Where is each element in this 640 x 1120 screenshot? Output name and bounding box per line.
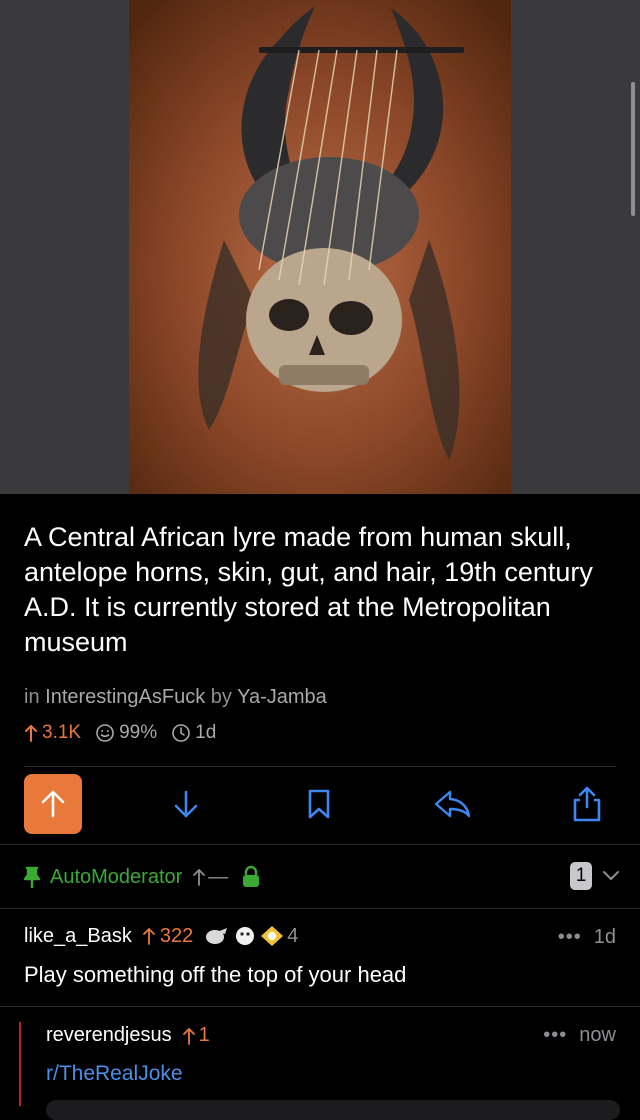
age-stat: 1d	[171, 722, 216, 744]
arrow-up-icon	[25, 724, 37, 742]
award-helpful-icon	[261, 926, 284, 946]
reply-icon	[434, 790, 471, 818]
comment-body: Play something off the top of your head	[24, 962, 407, 987]
downvote-button[interactable]	[157, 774, 215, 834]
reply-score-value: 1	[198, 1024, 210, 1046]
score-value: 3.1K	[42, 722, 82, 743]
post-meta: in InterestingAsFuck by Ya-Jamba	[24, 686, 327, 709]
arrow-up-icon	[182, 1027, 195, 1045]
award-wholesome-icon	[206, 928, 228, 944]
divider	[0, 844, 640, 845]
clock-icon	[172, 724, 190, 742]
reply-header: reverendjesus 1	[46, 1024, 210, 1047]
bookmark-icon	[308, 789, 330, 819]
comment-meta-right: ••• 1d	[558, 926, 616, 949]
more-options-icon[interactable]: •••	[558, 926, 582, 949]
pin-icon	[24, 866, 40, 888]
reply-author[interactable]: reverendjesus	[46, 1024, 172, 1047]
divider	[0, 908, 640, 909]
ratio-value: 99%	[119, 722, 158, 743]
age-value: 1d	[195, 722, 217, 743]
arrow-up-icon	[142, 927, 155, 945]
chevron-down-icon[interactable]	[600, 864, 622, 886]
more-options-icon[interactable]: •••	[543, 1024, 567, 1047]
lock-icon	[243, 865, 260, 887]
share-button[interactable]	[558, 774, 616, 834]
arrow-down-icon	[174, 790, 198, 818]
comment-score: 322	[142, 925, 193, 948]
automod-comment[interactable]: AutoModerator —	[24, 862, 616, 892]
in-label: in	[24, 686, 40, 708]
action-bar	[24, 774, 616, 834]
reply-link[interactable]: r/TheRealJoke	[46, 1062, 183, 1086]
comment-author[interactable]: like_a_Bask	[24, 925, 132, 948]
skull-lyre-image[interactable]	[129, 0, 511, 494]
award-count: 4	[287, 924, 299, 947]
smiley-icon	[96, 724, 114, 742]
score-stat: 3.1K	[24, 722, 81, 744]
divider	[0, 1006, 640, 1007]
comment-score-value: 322	[159, 924, 194, 947]
reply-age: now	[579, 1024, 616, 1046]
share-icon	[573, 786, 601, 822]
collapsed-count-badge[interactable]: 1	[570, 862, 592, 890]
thread-line[interactable]	[19, 1022, 21, 1106]
arrow-up-icon	[41, 790, 65, 818]
reply-meta-right: ••• now	[543, 1024, 616, 1047]
automod-score: —	[192, 866, 228, 889]
reply-button[interactable]	[423, 774, 481, 834]
reply-score: 1	[182, 1024, 210, 1047]
awards[interactable]: 4	[203, 924, 298, 948]
divider	[24, 766, 616, 767]
by-label: by	[210, 686, 232, 708]
save-button[interactable]	[290, 774, 348, 834]
upvote-button[interactable]	[24, 774, 82, 834]
scroll-indicator[interactable]	[631, 82, 635, 216]
post-stats: 3.1K 99% 1d	[24, 722, 216, 744]
comment-header: like_a_Bask 322 4	[24, 924, 298, 948]
link-preview[interactable]	[46, 1100, 620, 1120]
arrow-up-icon	[193, 868, 206, 886]
automod-score-value: —	[208, 865, 229, 888]
award-silly-icon	[236, 927, 255, 945]
comment-age: 1d	[593, 926, 616, 948]
author-link[interactable]: Ya-Jamba	[237, 686, 327, 708]
post-media[interactable]	[0, 0, 640, 494]
subreddit-link[interactable]: InterestingAsFuck	[45, 686, 205, 708]
post-title: A Central African lyre made from human s…	[24, 522, 593, 657]
automod-author[interactable]: AutoModerator	[50, 866, 182, 889]
ratio-stat: 99%	[95, 722, 157, 744]
